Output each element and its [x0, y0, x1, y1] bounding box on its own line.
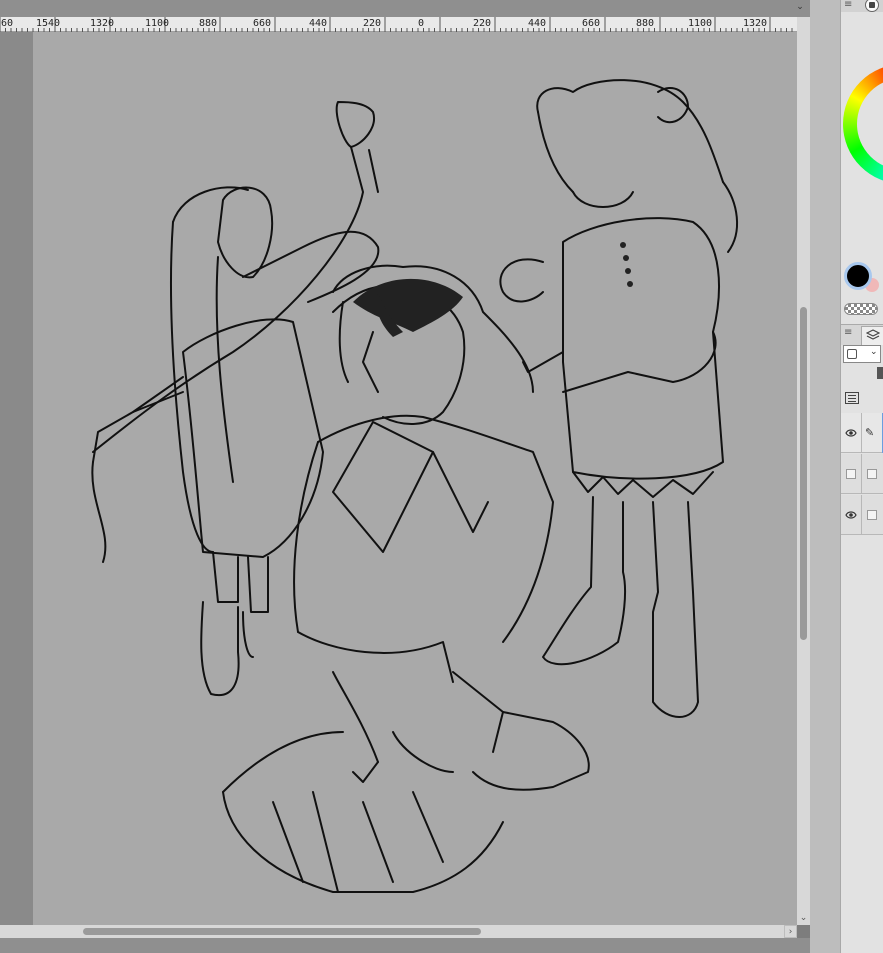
horizontal-scroll-thumb[interactable]	[83, 928, 481, 935]
line-art-drawing	[91, 79, 739, 893]
panel-divider	[810, 0, 840, 953]
color-mode-button[interactable]	[865, 0, 879, 12]
layer-panel-header: ≡	[841, 324, 883, 345]
chevron-right-icon[interactable]: ›	[784, 925, 797, 938]
horizontal-ruler: 60 1540 1320 1100 880 660 440 220 0 220 …	[0, 17, 797, 33]
lock-icon[interactable]	[877, 367, 883, 379]
ruler-label: 220	[473, 18, 492, 29]
ruler-label: 60	[1, 18, 14, 29]
ruler-label: 440	[309, 18, 328, 29]
ruler-label: 660	[253, 18, 272, 29]
layer-row[interactable]	[841, 495, 883, 535]
hamburger-icon[interactable]: ≡	[844, 328, 852, 338]
blending-mode-select[interactable]: ⌄	[843, 345, 881, 363]
ruler-label: 1100	[688, 18, 713, 29]
ruler-label: 1100	[145, 18, 170, 29]
layer-row[interactable]: ✎	[841, 413, 883, 453]
layer-property-icon[interactable]	[845, 392, 859, 404]
column-divider	[861, 495, 862, 535]
ruler-label: 1320	[743, 18, 768, 29]
vertical-scrollbar[interactable]: ⌄	[797, 17, 810, 925]
main-color-swatch[interactable]	[844, 262, 872, 290]
editing-checkbox[interactable]	[867, 510, 877, 520]
canvas-paper[interactable]	[33, 32, 797, 925]
layers-icon-shape	[865, 329, 880, 340]
right-dock-panel: ≡ ≡ ⌄ ✎	[840, 0, 883, 953]
ruler-ticks	[0, 17, 797, 32]
top-strip: ⌄	[0, 0, 810, 17]
ruler-label: 1320	[90, 18, 115, 29]
transparent-color-swatch[interactable]	[844, 303, 878, 315]
eye-icon-shape	[845, 429, 857, 437]
ruler-label: 880	[636, 18, 655, 29]
ruler-label: 660	[582, 18, 601, 29]
eye-icon-shape	[845, 511, 857, 519]
chevron-down-icon[interactable]: ⌄	[794, 1, 806, 13]
layer-row[interactable]	[841, 454, 883, 494]
color-panel-header: ≡	[841, 0, 883, 12]
layers-icon[interactable]	[861, 326, 883, 345]
ruler-label: 880	[199, 18, 218, 29]
color-wheel-center	[857, 78, 883, 170]
pen-icon[interactable]: ✎	[865, 426, 879, 440]
hamburger-icon[interactable]: ≡	[844, 0, 852, 10]
ruler-label: 440	[528, 18, 547, 29]
blend-mode-icon	[847, 349, 857, 359]
editing-checkbox[interactable]	[867, 469, 877, 479]
color-wheel[interactable]	[843, 64, 883, 184]
chevron-down-icon: ⌄	[870, 347, 878, 357]
ruler-label: 1540	[36, 18, 61, 29]
eye-icon[interactable]	[845, 510, 857, 520]
chevron-down-icon[interactable]: ⌄	[797, 912, 810, 925]
horizontal-scrollbar[interactable]: ›	[0, 925, 797, 938]
bottom-strip	[0, 938, 840, 953]
column-divider	[861, 413, 862, 453]
vertical-scroll-thumb[interactable]	[800, 307, 807, 640]
eye-icon[interactable]	[845, 428, 857, 438]
ruler-label: 0	[418, 18, 425, 29]
visibility-checkbox[interactable]	[846, 469, 856, 479]
paint-app: ⌄ 60 1540 1320 1100 880 660 440 220 0 22…	[0, 0, 883, 953]
canvas-area[interactable]	[0, 32, 797, 925]
column-divider	[861, 454, 862, 494]
ruler-label: 220	[363, 18, 382, 29]
